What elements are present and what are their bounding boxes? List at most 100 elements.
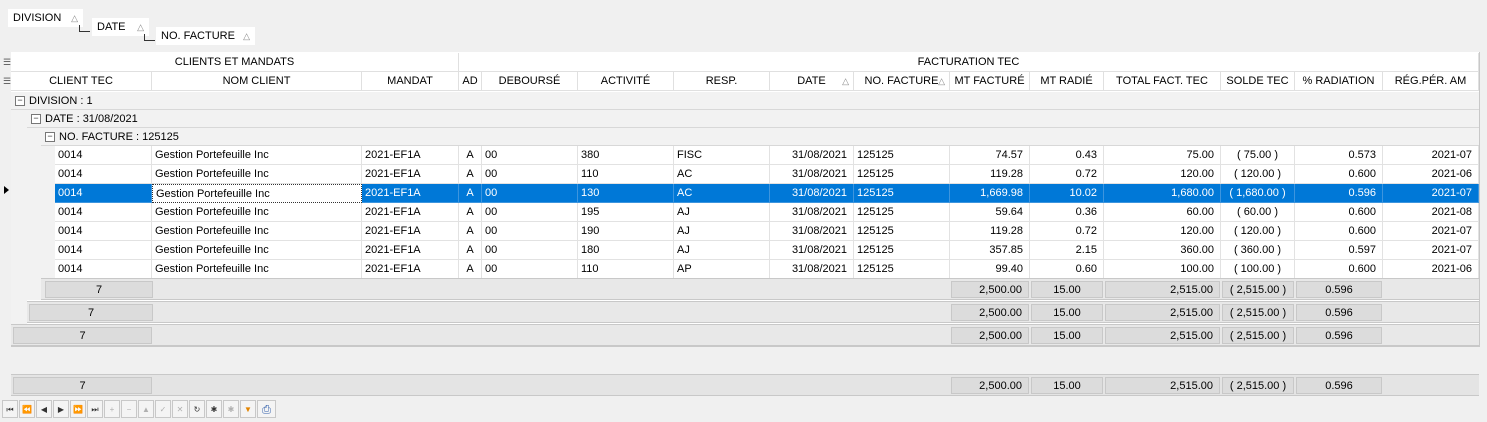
cell-debourse[interactable]: 00 <box>482 203 578 222</box>
cell-client-tec[interactable]: 0014 <box>55 260 152 279</box>
collapse-icon[interactable]: − <box>45 132 55 143</box>
cell-activite[interactable]: 130 <box>578 184 674 203</box>
column-header-total-fact[interactable]: TOTAL FACT. TEC <box>1104 72 1221 91</box>
cell-total-fact[interactable]: 75.00 <box>1104 146 1221 165</box>
cell-total-fact[interactable]: 360.00 <box>1104 241 1221 260</box>
cell-date[interactable]: 31/08/2021 <box>770 241 854 260</box>
cell-mandat[interactable]: 2021-EF1A <box>362 222 459 241</box>
cell-mt-facture[interactable]: 74.57 <box>950 146 1030 165</box>
cell-total-fact[interactable]: 120.00 <box>1104 222 1221 241</box>
cell-radiation[interactable]: 0.597 <box>1295 241 1383 260</box>
cell-resp[interactable]: AJ <box>674 203 770 222</box>
collapse-icon[interactable]: − <box>15 96 25 107</box>
cell-solde[interactable]: ( 1,680.00 ) <box>1221 184 1295 203</box>
collapse-icon[interactable]: − <box>31 114 41 125</box>
cell-mt-facture[interactable]: 357.85 <box>950 241 1030 260</box>
cell-debourse[interactable]: 00 <box>482 146 578 165</box>
cell-resp[interactable]: AP <box>674 260 770 279</box>
cell-mt-facture[interactable]: 99.40 <box>950 260 1030 279</box>
cell-date[interactable]: 31/08/2021 <box>770 184 854 203</box>
cell-debourse[interactable]: 00 <box>482 184 578 203</box>
column-header-mt-facture[interactable]: MT FACTURÉ <box>950 72 1030 91</box>
cancel-icon[interactable]: ✕ <box>172 400 188 418</box>
cell-mt-facture[interactable]: 119.28 <box>950 222 1030 241</box>
cell-radiation[interactable]: 0.596 <box>1295 184 1383 203</box>
cell-activite[interactable]: 180 <box>578 241 674 260</box>
cell-debourse[interactable]: 00 <box>482 260 578 279</box>
group-chip-no-facture[interactable]: NO. FACTURE △ <box>156 27 255 45</box>
column-header-radiation[interactable]: % RADIATION <box>1295 72 1383 91</box>
goto-bookmark-icon[interactable]: ✱ <box>223 400 239 418</box>
cell-mt-radie[interactable]: 0.72 <box>1030 165 1104 184</box>
cell-solde[interactable]: ( 100.00 ) <box>1221 260 1295 279</box>
table-row[interactable]: 0014 Gestion Portefeuille Inc 2021-EF1A A 00… <box>55 146 1479 165</box>
cell-radiation[interactable]: 0.573 <box>1295 146 1383 165</box>
cell-date[interactable]: 31/08/2021 <box>770 222 854 241</box>
cell-client-tec[interactable]: 0014 <box>55 184 152 203</box>
cell-activite[interactable]: 190 <box>578 222 674 241</box>
column-header-ad[interactable]: AD <box>459 72 482 91</box>
cell-debourse[interactable]: 00 <box>482 222 578 241</box>
cell-no-facture[interactable]: 125125 <box>854 146 950 165</box>
cell-resp[interactable]: AC <box>674 165 770 184</box>
cell-mt-facture[interactable]: 59.64 <box>950 203 1030 222</box>
cell-activite[interactable]: 380 <box>578 146 674 165</box>
cell-client-tec[interactable]: 0014 <box>55 222 152 241</box>
cell-no-facture[interactable]: 125125 <box>854 260 950 279</box>
cell-total-fact[interactable]: 120.00 <box>1104 165 1221 184</box>
cell-mandat[interactable]: 2021-EF1A <box>362 203 459 222</box>
cell-mandat[interactable]: 2021-EF1A <box>362 146 459 165</box>
edit-icon[interactable]: ▲ <box>138 400 154 418</box>
cell-nom-client[interactable]: Gestion Portefeuille Inc <box>152 241 362 260</box>
column-header-resp[interactable]: RESP. <box>674 72 770 91</box>
cell-ad[interactable]: A <box>459 241 482 260</box>
cell-date[interactable]: 31/08/2021 <box>770 165 854 184</box>
column-header-mandat[interactable]: MANDAT <box>362 72 459 91</box>
cell-no-facture[interactable]: 125125 <box>854 241 950 260</box>
cell-mandat[interactable]: 2021-EF1A <box>362 241 459 260</box>
cell-solde[interactable]: ( 360.00 ) <box>1221 241 1295 260</box>
cell-radiation[interactable]: 0.600 <box>1295 165 1383 184</box>
cell-debourse[interactable]: 00 <box>482 241 578 260</box>
band-header-facturation[interactable]: FACTURATION TEC <box>459 53 1479 72</box>
cell-reg-per[interactable]: 2021-07 <box>1383 222 1479 241</box>
cell-ad[interactable]: A <box>459 260 482 279</box>
cell-mt-radie[interactable]: 10.02 <box>1030 184 1104 203</box>
group-chip-division[interactable]: DIVISION △ <box>8 9 83 27</box>
cell-reg-per[interactable]: 2021-07 <box>1383 241 1479 260</box>
cell-solde[interactable]: ( 120.00 ) <box>1221 222 1295 241</box>
cell-radiation[interactable]: 0.600 <box>1295 203 1383 222</box>
cell-nom-client[interactable]: Gestion Portefeuille Inc <box>152 203 362 222</box>
cell-client-tec[interactable]: 0014 <box>55 241 152 260</box>
next-page-icon[interactable]: ⏩ <box>70 400 86 418</box>
table-row[interactable]: 0014 Gestion Portefeuille Inc 2021-EF1A A 00… <box>55 165 1479 184</box>
cell-nom-client[interactable]: Gestion Portefeuille Inc <box>152 222 362 241</box>
table-row[interactable]: 0014 Gestion Portefeuille Inc 2021-EF1A A 00… <box>55 203 1479 222</box>
cell-client-tec[interactable]: 0014 <box>55 165 152 184</box>
cell-nom-client[interactable]: Gestion Portefeuille Inc <box>152 165 362 184</box>
table-row[interactable]: 0014 Gestion Portefeuille Inc 2021-EF1A A 00… <box>55 222 1479 241</box>
cell-solde[interactable]: ( 120.00 ) <box>1221 165 1295 184</box>
cell-reg-per[interactable]: 2021-08 <box>1383 203 1479 222</box>
cell-resp[interactable]: AJ <box>674 222 770 241</box>
cell-radiation[interactable]: 0.600 <box>1295 222 1383 241</box>
last-record-icon[interactable]: ⏭ <box>87 400 103 418</box>
cell-mt-radie[interactable]: 0.72 <box>1030 222 1104 241</box>
table-row[interactable]: 0014 Gestion Portefeuille Inc 2021-EF1A A 00… <box>55 260 1479 279</box>
cell-total-fact[interactable]: 100.00 <box>1104 260 1221 279</box>
column-header-date[interactable]: DATE △ <box>770 72 854 91</box>
column-header-no-facture[interactable]: NO. FACTURE △ <box>854 72 950 91</box>
column-customize-icon[interactable]: ☰ <box>3 76 11 87</box>
cell-nom-client[interactable]: Gestion Portefeuille Inc <box>152 260 362 279</box>
cell-ad[interactable]: A <box>459 203 482 222</box>
cell-total-fact[interactable]: 1,680.00 <box>1104 184 1221 203</box>
table-row[interactable]: 0014 Gestion Portefeuille Inc 2021-EF1A A 00… <box>55 241 1479 260</box>
group-chip-date[interactable]: DATE △ <box>92 18 149 36</box>
filter-icon[interactable]: ▼ <box>240 400 256 418</box>
cell-debourse[interactable]: 00 <box>482 165 578 184</box>
cell-reg-per[interactable]: 2021-07 <box>1383 184 1479 203</box>
first-record-icon[interactable]: ⏮ <box>2 400 18 418</box>
cell-client-tec[interactable]: 0014 <box>55 203 152 222</box>
post-icon[interactable]: ✓ <box>155 400 171 418</box>
cell-solde[interactable]: ( 60.00 ) <box>1221 203 1295 222</box>
